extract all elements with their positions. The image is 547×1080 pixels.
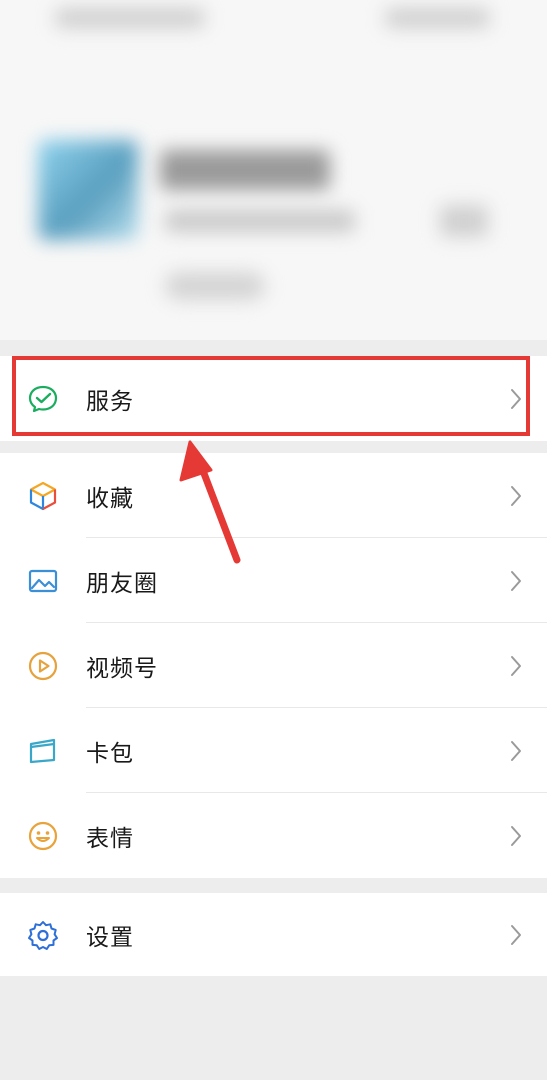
menu-item-channels[interactable]: 视频号: [0, 623, 547, 708]
chevron-right-icon: [511, 655, 521, 676]
card-icon: [26, 734, 60, 768]
wechat-id-blurred: [165, 210, 355, 232]
chevron-right-icon: [511, 485, 521, 506]
status-bar-left-blurred: [55, 8, 205, 28]
chevron-right-icon: [511, 924, 521, 945]
chevron-right-icon: [511, 825, 521, 846]
status-bar-right-blurred: [385, 8, 490, 28]
menu-item-favorites[interactable]: 收藏: [0, 453, 547, 538]
menu-item-label: 视频号: [86, 655, 158, 682]
profile-header: [0, 0, 547, 340]
wechat-pay-icon: [26, 382, 60, 416]
main-menu-group: 收藏 朋友圈 视频号 卡包 表情: [0, 453, 547, 878]
settings-group: 设置: [0, 893, 547, 976]
menu-item-label: 卡包: [86, 740, 134, 767]
menu-item-stickers[interactable]: 表情: [0, 793, 547, 878]
gear-icon: [26, 918, 60, 952]
menu-item-moments[interactable]: 朋友圈: [0, 538, 547, 623]
image-icon: [26, 564, 60, 598]
play-circle-icon: [26, 649, 60, 683]
menu-item-label: 设置: [86, 924, 134, 951]
qr-code-icon[interactable]: [440, 205, 488, 237]
menu-item-label: 服务: [86, 388, 134, 415]
smile-icon: [26, 819, 60, 853]
chevron-right-icon: [511, 740, 521, 761]
chevron-right-icon: [511, 570, 521, 591]
menu-item-label: 表情: [86, 825, 134, 852]
chevron-right-icon: [511, 388, 521, 409]
profile-name-blurred: [160, 150, 330, 190]
status-pill-blurred[interactable]: [165, 272, 265, 300]
avatar[interactable]: [38, 140, 138, 240]
menu-item-card-wallet[interactable]: 卡包: [0, 708, 547, 793]
menu-item-settings[interactable]: 设置: [0, 893, 547, 976]
cube-icon: [26, 479, 60, 513]
menu-item-label: 收藏: [86, 485, 134, 512]
services-group: 服务: [0, 356, 547, 441]
menu-item-label: 朋友圈: [86, 570, 158, 597]
menu-item-services[interactable]: 服务: [0, 356, 547, 441]
